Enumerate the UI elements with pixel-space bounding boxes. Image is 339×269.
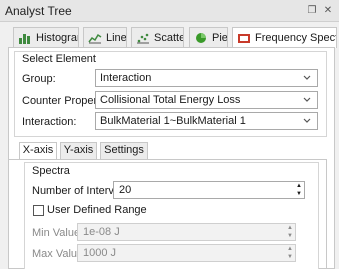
frequency-spectra-icon — [238, 34, 250, 43]
interaction-label: Interaction: — [22, 116, 77, 128]
user-defined-range-label: User Defined Range — [47, 204, 147, 216]
min-value-spinbox[interactable]: 1e-08 J ▲ ▼ — [77, 223, 296, 241]
chart-type-tabs: Histogram Line Scatter Pie Frequency Spe… — [0, 27, 339, 48]
tab-histogram[interactable]: Histogram — [13, 27, 79, 47]
group-title: Select Element — [22, 53, 96, 65]
close-icon[interactable]: ✕ — [322, 5, 334, 17]
tab-label: Frequency Spectra — [255, 32, 336, 44]
tab-x-axis[interactable]: X-axis — [19, 142, 57, 160]
spin-down-icon[interactable]: ▼ — [294, 190, 304, 198]
tab-label: Line — [106, 31, 127, 44]
min-value-label: Min Value: — [32, 227, 84, 239]
scatter-icon — [137, 33, 149, 43]
spin-buttons: ▲ ▼ — [285, 245, 295, 261]
line-chart-icon — [88, 33, 102, 43]
axis-tabs: X-axis Y-axis Settings — [8, 142, 328, 160]
spin-up-icon[interactable]: ▲ — [285, 224, 295, 232]
spin-up-icon[interactable]: ▲ — [294, 182, 304, 190]
group-select[interactable]: Interaction — [95, 69, 318, 87]
restore-icon[interactable]: ❐ — [306, 5, 318, 17]
tab-settings[interactable]: Settings — [100, 142, 148, 159]
subtab-label: X-axis — [22, 144, 54, 156]
tab-y-axis[interactable]: Y-axis — [60, 142, 97, 159]
tab-label: Pie — [212, 31, 228, 44]
histogram-icon — [19, 33, 30, 44]
tab-frequency-spectra[interactable]: Frequency Spectra — [232, 27, 337, 48]
spin-down-icon[interactable]: ▼ — [285, 253, 295, 261]
panel-titlebar: Analyst Tree ❐ ✕ — [0, 0, 339, 22]
chevron-down-icon — [303, 97, 311, 102]
tab-scatter[interactable]: Scatter — [131, 27, 184, 47]
max-value-spinbox[interactable]: 1000 J ▲ ▼ — [77, 244, 296, 262]
max-value: 1000 J — [83, 247, 117, 259]
tab-line[interactable]: Line — [83, 27, 127, 47]
interaction-select[interactable]: BulkMaterial 1~BulkMaterial 1 — [95, 112, 318, 130]
chevron-down-icon — [303, 118, 311, 123]
tab-pie[interactable]: Pie — [189, 27, 228, 47]
pie-icon — [196, 32, 206, 43]
group-title: Spectra — [32, 165, 70, 177]
group-select-value: Interaction — [100, 72, 152, 84]
intervals-value: 20 — [119, 184, 132, 196]
spin-buttons: ▲ ▼ — [294, 182, 304, 198]
counter-property-select[interactable]: Collisional Total Energy Loss — [95, 91, 318, 109]
counter-property-value: Collisional Total Energy Loss — [100, 94, 241, 106]
subtab-label: Settings — [104, 144, 144, 156]
spin-down-icon[interactable]: ▼ — [285, 232, 295, 240]
group-label: Group: — [22, 73, 56, 85]
panel-title: Analyst Tree — [5, 4, 72, 18]
min-value: 1e-08 J — [83, 226, 120, 238]
spin-buttons: ▲ ▼ — [285, 224, 295, 240]
tab-label: Scatter — [154, 31, 183, 44]
subtab-label: Y-axis — [63, 144, 94, 156]
user-defined-range-checkbox[interactable] — [33, 205, 44, 216]
spin-up-icon[interactable]: ▲ — [285, 245, 295, 253]
interaction-value: BulkMaterial 1~BulkMaterial 1 — [100, 115, 246, 127]
tab-label: Histogram — [36, 31, 78, 44]
intervals-spinbox[interactable]: 20 ▲ ▼ — [113, 181, 305, 199]
chevron-down-icon — [303, 75, 311, 80]
